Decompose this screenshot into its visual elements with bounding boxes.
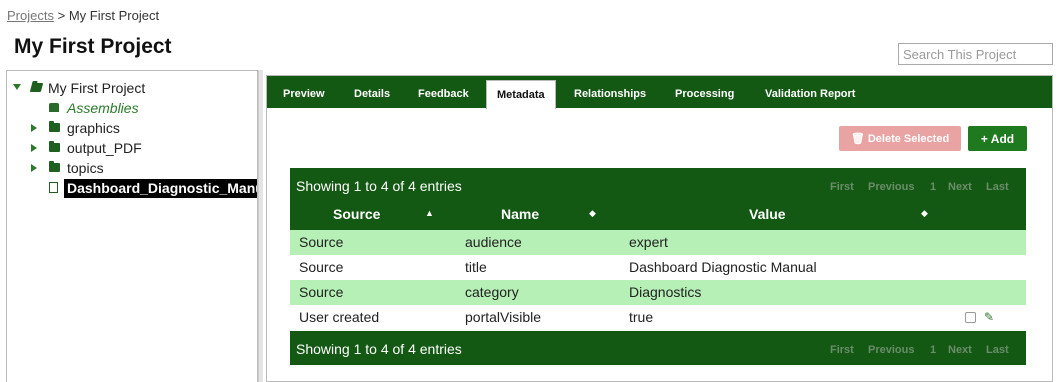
cell-source: Source — [299, 234, 344, 250]
expand-down-icon[interactable] — [13, 84, 21, 90]
breadcrumb-projects-link[interactable]: Projects — [7, 8, 54, 23]
tab-preview[interactable]: Preview — [283, 80, 325, 108]
cell-value: Diagnostics — [629, 284, 702, 300]
tree-item-document[interactable]: Dashboard_Diagnostic_Manual — [48, 179, 257, 198]
column-header-value[interactable]: Value — [749, 206, 786, 222]
cell-source: User created — [299, 309, 380, 325]
pager-last[interactable]: Last — [986, 344, 1009, 356]
table-row[interactable]: User created portalVisible true ✎ — [290, 305, 1026, 330]
tab-relationships[interactable]: Relationships — [574, 80, 646, 108]
tree-item-label: My First Project — [48, 80, 146, 96]
pager-first[interactable]: First — [830, 181, 854, 193]
pager-last[interactable]: Last — [986, 181, 1009, 193]
add-button[interactable]: + Add — [968, 126, 1027, 151]
page-title: My First Project — [14, 35, 172, 58]
folder-open-icon — [29, 83, 44, 92]
delete-selected-button[interactable]: 🗑 Delete Selected — [839, 126, 961, 151]
tab-validation-report[interactable]: Validation Report — [765, 80, 855, 108]
tab-feedback[interactable]: Feedback — [418, 80, 469, 108]
pager-next[interactable]: Next — [948, 344, 972, 356]
table-footer: Showing 1 to 4 of 4 entries First Previo… — [290, 331, 1026, 365]
expand-right-icon[interactable] — [31, 164, 37, 172]
tab-bar: Preview Details Feedback Metadata Relati… — [267, 76, 1052, 109]
assemblies-icon — [49, 103, 59, 112]
cell-value: expert — [629, 234, 668, 250]
table-info-footer: Showing 1 to 4 of 4 entries — [296, 341, 462, 357]
table-row[interactable]: Source audience expert — [290, 230, 1026, 255]
table-row[interactable]: Source category Diagnostics — [290, 280, 1026, 305]
column-header-name[interactable]: Name — [501, 206, 539, 222]
cell-source: Source — [299, 284, 344, 300]
cell-source: Source — [299, 259, 344, 275]
panel-splitter[interactable] — [258, 70, 263, 382]
tree-item-output-pdf[interactable]: output_PDF — [31, 139, 251, 158]
cell-value: Dashboard Diagnostic Manual — [629, 259, 817, 275]
tree-item-topics[interactable]: topics — [31, 159, 251, 178]
tree-item-assemblies[interactable]: Assemblies — [13, 99, 253, 118]
cell-name: portalVisible — [465, 309, 542, 325]
cell-name: title — [465, 259, 487, 275]
breadcrumb: Projects > My First Project — [7, 8, 159, 23]
tree-item-label: output_PDF — [67, 140, 142, 156]
cell-name: category — [465, 284, 519, 300]
pager-previous[interactable]: Previous — [868, 344, 914, 356]
tree-item-label: topics — [67, 160, 104, 176]
cell-name: audience — [465, 234, 522, 250]
tab-details[interactable]: Details — [354, 80, 390, 108]
tree-item-label: Assemblies — [67, 100, 139, 116]
sort-both-icon[interactable]: ◆ — [921, 208, 928, 219]
tree-item-label-selected: Dashboard_Diagnostic_Manual — [64, 179, 257, 198]
column-header-source[interactable]: Source — [333, 206, 380, 222]
sort-both-icon[interactable]: ◆ — [589, 208, 596, 219]
trash-icon: 🗑 — [850, 133, 865, 145]
folder-icon — [49, 121, 60, 132]
table-header: Showing 1 to 4 of 4 entries First Previo… — [290, 168, 1026, 230]
delete-selected-label: Delete Selected — [867, 133, 950, 145]
row-select-checkbox[interactable] — [965, 312, 976, 323]
breadcrumb-current: My First Project — [68, 8, 160, 23]
pager-first[interactable]: First — [830, 344, 854, 356]
plus-icon: + — [980, 131, 988, 146]
sort-asc-icon[interactable]: ▲ — [425, 208, 434, 218]
pager-page-1[interactable]: 1 — [930, 181, 936, 193]
add-label: Add — [990, 131, 1015, 146]
folder-icon — [49, 141, 60, 152]
pager-page-1[interactable]: 1 — [930, 344, 936, 356]
folder-icon — [49, 161, 60, 172]
table-info: Showing 1 to 4 of 4 entries — [296, 178, 462, 194]
tree-item-label: graphics — [67, 120, 120, 136]
cell-value: true — [629, 309, 654, 325]
expand-right-icon[interactable] — [31, 144, 37, 152]
tree-item-root[interactable]: My First Project — [13, 79, 253, 98]
tab-metadata[interactable]: Metadata — [486, 80, 556, 109]
project-tree: My First Project Assemblies graphics out… — [6, 70, 258, 382]
expand-right-icon[interactable] — [31, 124, 37, 132]
tab-processing[interactable]: Processing — [675, 80, 734, 108]
pager-previous[interactable]: Previous — [868, 181, 914, 193]
breadcrumb-separator: > — [57, 8, 66, 23]
document-icon — [49, 182, 58, 193]
pencil-icon[interactable]: ✎ — [984, 310, 994, 324]
pager-next[interactable]: Next — [948, 181, 972, 193]
table-row[interactable]: Source title Dashboard Diagnostic Manual — [290, 255, 1026, 280]
tree-item-graphics[interactable]: graphics — [31, 119, 251, 138]
search-input[interactable] — [898, 43, 1053, 65]
